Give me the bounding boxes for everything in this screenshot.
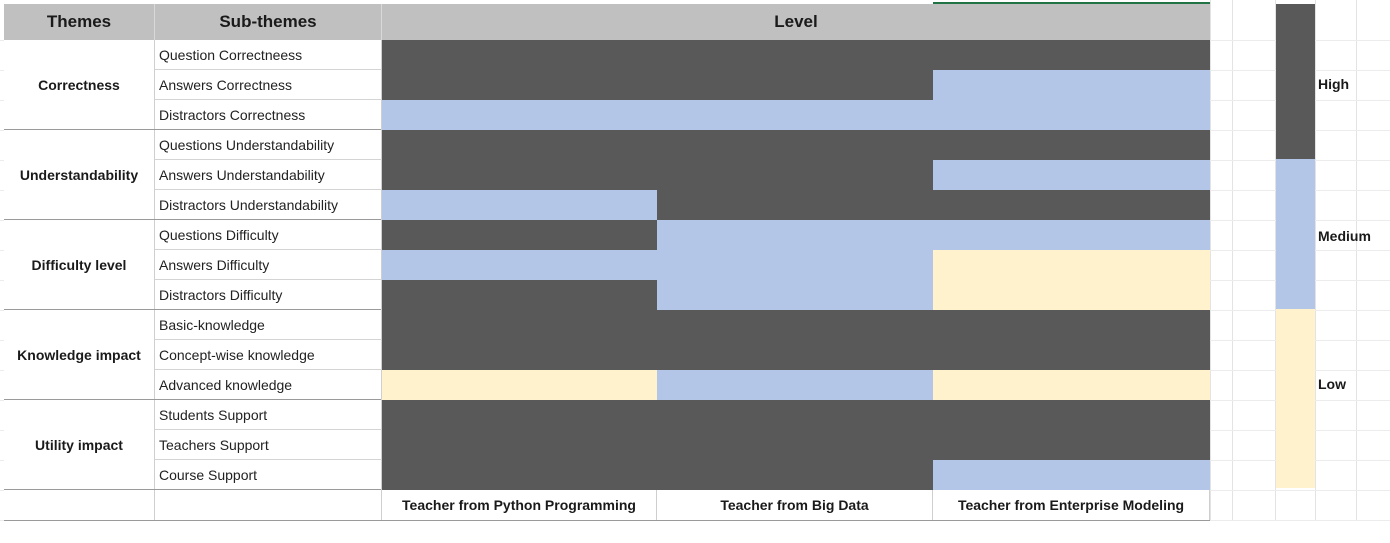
footer-empty-cell bbox=[155, 490, 382, 520]
selected-cell-indicator bbox=[933, 2, 1210, 4]
level-bar bbox=[657, 250, 933, 280]
level-bar bbox=[657, 160, 933, 190]
level-bar bbox=[933, 40, 1210, 70]
level-bar bbox=[657, 40, 933, 70]
level-bar bbox=[657, 220, 933, 250]
level-bar bbox=[657, 430, 933, 460]
level-bar bbox=[657, 280, 933, 310]
teacher-label[interactable]: Teacher from Enterprise Modeling bbox=[933, 490, 1210, 520]
subtheme-cell[interactable]: Answers Understandability bbox=[155, 160, 382, 190]
gridline-vertical bbox=[1315, 0, 1316, 520]
level-bar bbox=[933, 250, 1210, 280]
level-bar bbox=[382, 400, 657, 430]
level-bar bbox=[657, 310, 933, 340]
theme-cell: Correctness bbox=[4, 40, 155, 130]
spreadsheet-grid: Themes Sub-themes Level Correctness Quest… bbox=[0, 0, 1390, 543]
table-bottom-border bbox=[4, 520, 1210, 521]
legend-label-high: High bbox=[1318, 76, 1350, 92]
subtheme-cell[interactable]: Question Correctneess bbox=[155, 40, 382, 70]
theme-cell: Knowledge impact bbox=[4, 310, 155, 400]
level-bar bbox=[657, 190, 933, 220]
gridline-vertical bbox=[1232, 0, 1233, 520]
subtheme-cell[interactable]: Teachers Support bbox=[155, 430, 382, 460]
teacher-label[interactable]: Teacher from Python Programming bbox=[382, 490, 657, 520]
level-bar bbox=[657, 370, 933, 400]
header-level: Level bbox=[382, 4, 1210, 40]
theme-cell: Difficulty level bbox=[4, 220, 155, 310]
legend-swatch-high bbox=[1276, 4, 1315, 159]
level-bar bbox=[933, 160, 1210, 190]
level-bar bbox=[382, 220, 657, 250]
level-bar bbox=[382, 190, 657, 220]
subtheme-cell[interactable]: Advanced knowledge bbox=[155, 370, 382, 400]
subtheme-cell[interactable]: Answers Difficulty bbox=[155, 250, 382, 280]
theme-cell: Utility impact bbox=[4, 400, 155, 490]
level-bar bbox=[933, 100, 1210, 130]
level-bar bbox=[657, 400, 933, 430]
level-bar bbox=[657, 70, 933, 100]
subtheme-cell[interactable]: Distractors Correctness bbox=[155, 100, 382, 130]
subtheme-cell[interactable]: Distractors Understandability bbox=[155, 190, 382, 220]
level-bar bbox=[382, 460, 657, 490]
header-subthemes: Sub-themes bbox=[155, 4, 382, 40]
legend-label-medium: Medium bbox=[1318, 228, 1371, 244]
level-bar bbox=[657, 100, 933, 130]
level-bar bbox=[657, 460, 933, 490]
level-bar bbox=[933, 340, 1210, 370]
footer-empty-cell bbox=[4, 490, 155, 520]
level-bar bbox=[657, 340, 933, 370]
subtheme-cell[interactable]: Concept-wise knowledge bbox=[155, 340, 382, 370]
subtheme-cell[interactable]: Questions Understandability bbox=[155, 130, 382, 160]
level-bar bbox=[933, 70, 1210, 100]
level-bar bbox=[382, 40, 657, 70]
legend-swatch-medium bbox=[1276, 159, 1315, 309]
level-bar bbox=[933, 130, 1210, 160]
level-bar bbox=[382, 340, 657, 370]
legend-label-low: Low bbox=[1318, 376, 1346, 392]
legend-swatch-low bbox=[1276, 309, 1315, 488]
gridline-vertical bbox=[1210, 0, 1211, 520]
level-bar bbox=[382, 100, 657, 130]
level-bar bbox=[933, 280, 1210, 310]
level-bar bbox=[933, 220, 1210, 250]
subtheme-cell[interactable]: Questions Difficulty bbox=[155, 220, 382, 250]
level-bar bbox=[382, 430, 657, 460]
teacher-label[interactable]: Teacher from Big Data bbox=[657, 490, 933, 520]
level-bar bbox=[382, 370, 657, 400]
level-bar bbox=[933, 190, 1210, 220]
level-bar bbox=[382, 70, 657, 100]
level-bar bbox=[382, 160, 657, 190]
level-bar bbox=[933, 310, 1210, 340]
subtheme-cell[interactable]: Students Support bbox=[155, 400, 382, 430]
gridline-vertical bbox=[1356, 0, 1357, 520]
theme-cell: Understandability bbox=[4, 130, 155, 220]
level-bar bbox=[382, 310, 657, 340]
subtheme-cell[interactable]: Answers Correctness bbox=[155, 70, 382, 100]
subtheme-cell[interactable]: Basic-knowledge bbox=[155, 310, 382, 340]
level-bar bbox=[657, 130, 933, 160]
level-bar bbox=[382, 280, 657, 310]
level-bar bbox=[933, 370, 1210, 400]
level-bar bbox=[933, 430, 1210, 460]
level-bar bbox=[933, 460, 1210, 490]
level-bar bbox=[933, 400, 1210, 430]
level-bar bbox=[382, 250, 657, 280]
subtheme-cell[interactable]: Distractors Difficulty bbox=[155, 280, 382, 310]
header-themes: Themes bbox=[4, 4, 155, 40]
level-bar bbox=[382, 130, 657, 160]
subtheme-cell[interactable]: Course Support bbox=[155, 460, 382, 490]
